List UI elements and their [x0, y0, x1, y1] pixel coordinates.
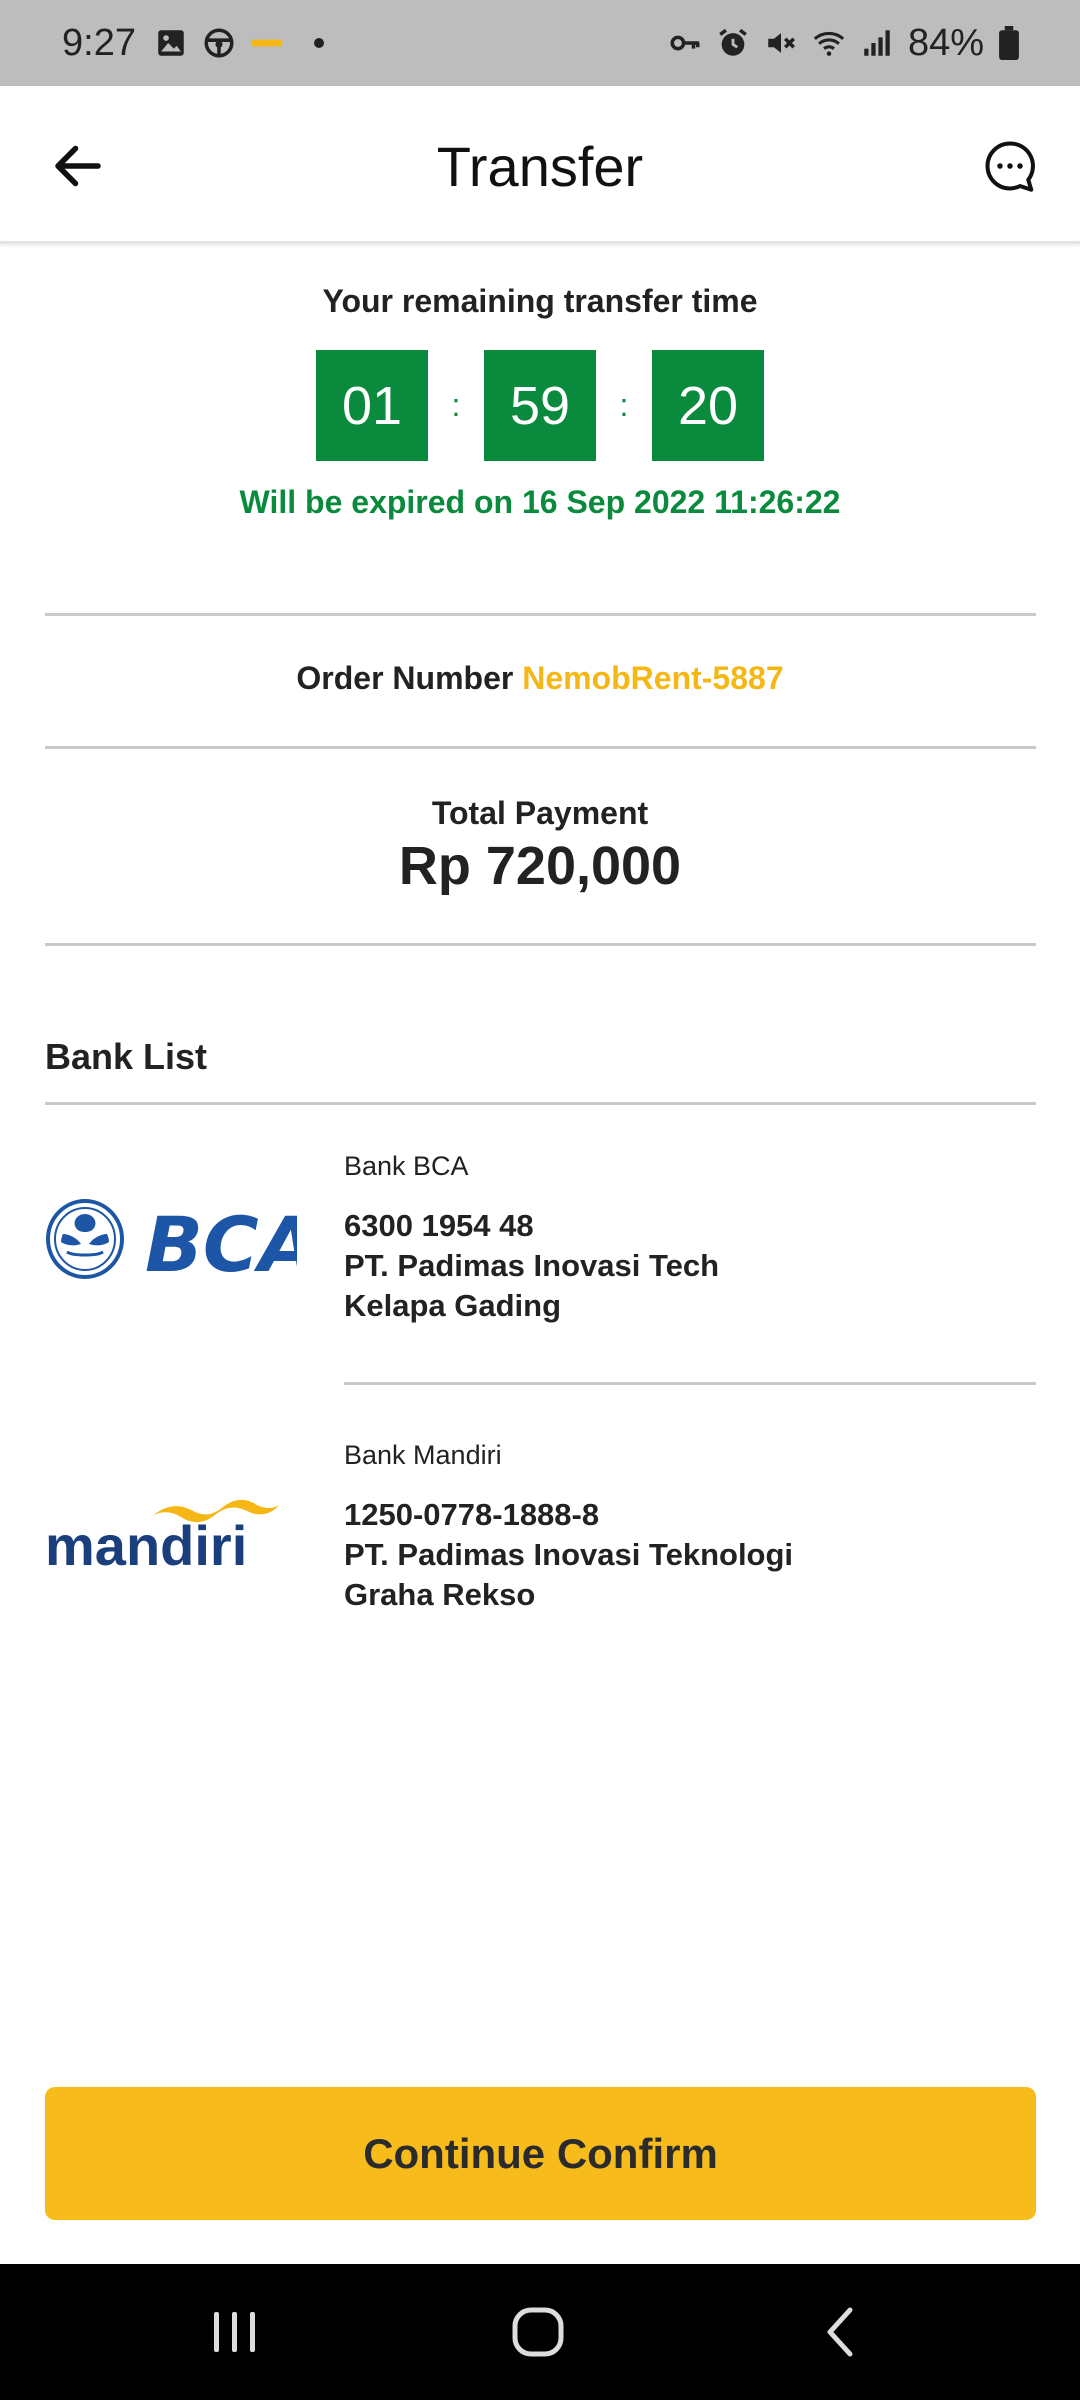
divider [45, 1102, 1036, 1105]
app-bar: Transfer [0, 86, 1080, 244]
bank-account-details: 6300 1954 48 PT. Padimas Inovasi Tech Ke… [344, 1206, 719, 1326]
image-icon [158, 30, 184, 56]
bank-name: Bank Mandiri [344, 1440, 502, 1470]
bank-account-details: 1250-0778-1888-8 PT. Padimas Inovasi Tek… [344, 1495, 793, 1615]
system-nav-bar [0, 2264, 1080, 2400]
divider [45, 746, 1036, 749]
continue-confirm-button[interactable]: Continue Confirm [45, 2087, 1036, 2220]
timer-minutes: 59 [484, 350, 596, 461]
order-number-row: Order Number NemobRent-5887 [0, 660, 1080, 697]
key-icon [670, 35, 700, 51]
countdown-timer: 01 : 59 : 20 [0, 350, 1080, 461]
status-time: 9:27 [62, 21, 136, 64]
account-branch: Kelapa Gading [344, 1288, 562, 1323]
mandiri-logo-text: mandiri [45, 1514, 247, 1575]
app-icon [251, 39, 283, 47]
divider [45, 943, 1036, 946]
battery-percent: 84% [907, 21, 984, 64]
total-payment-label: Total Payment [431, 795, 649, 831]
divider [45, 613, 1036, 616]
bank-list-title: Bank List [45, 1036, 208, 1077]
bca-logo: BCA [46, 1199, 297, 1284]
recent-apps-icon[interactable] [200, 2302, 270, 2362]
timer-hours: 01 [316, 350, 428, 461]
status-right: 84% [668, 22, 1020, 65]
steering-wheel-icon [204, 28, 234, 58]
wifi-icon [813, 31, 845, 56]
svg-text:BCA: BCA [145, 1200, 297, 1284]
timer-separator: : [451, 387, 461, 423]
order-number-value: NemobRent-5887 [522, 660, 784, 696]
timer-seconds: 20 [652, 350, 764, 461]
mandiri-logo: mandiri [45, 1499, 279, 1575]
home-icon[interactable] [503, 2302, 573, 2362]
order-number-label: Order Number [296, 660, 514, 696]
battery-icon [999, 26, 1019, 60]
dot-icon [313, 38, 324, 48]
page-title: Transfer [436, 135, 644, 198]
account-number: 1250-0778-1888-8 [344, 1497, 600, 1532]
account-number: 6300 1954 48 [344, 1208, 534, 1243]
total-payment-amount: Rp 720,000 [398, 836, 682, 896]
chat-bubble-icon[interactable] [980, 136, 1040, 196]
mute-icon [768, 33, 795, 53]
timer-label: Your remaining transfer time [322, 283, 758, 319]
divider [344, 1382, 1036, 1385]
account-holder: PT. Padimas Inovasi Teknologi [344, 1537, 794, 1572]
account-branch: Graha Rekso [344, 1577, 536, 1612]
status-bar: 9:27 84% [0, 0, 1080, 86]
account-holder: PT. Padimas Inovasi Tech [344, 1248, 720, 1283]
bank-name: Bank BCA [344, 1151, 469, 1181]
signal-icon [864, 30, 890, 56]
expiry-text: Will be expired on 16 Sep 2022 11:26:22 [239, 484, 841, 520]
status-left-icons [154, 26, 324, 60]
alarm-icon [719, 28, 747, 56]
back-icon[interactable] [806, 2302, 876, 2362]
timer-separator: : [619, 387, 629, 423]
